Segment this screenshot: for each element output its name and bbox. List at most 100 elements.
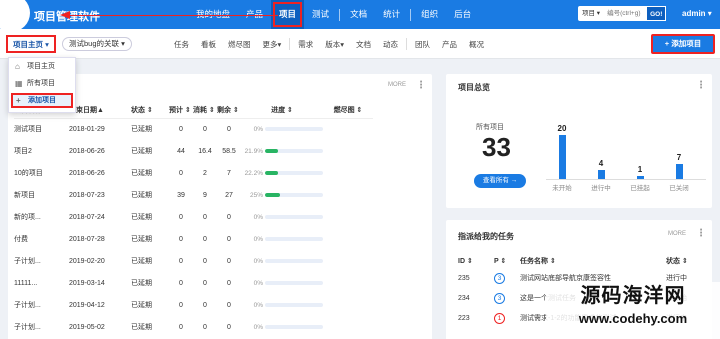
task-id: 235 bbox=[458, 274, 470, 282]
left-value: 7 bbox=[227, 169, 231, 177]
col-end-date[interactable]: 结束日期▲ bbox=[69, 102, 131, 119]
panel-menu-icon[interactable]: ⋮ bbox=[696, 228, 706, 239]
subnav-link-team[interactable]: 团队 bbox=[409, 39, 436, 50]
nav-item-admin[interactable]: 后台 bbox=[446, 0, 479, 29]
menu-item-add-project[interactable]: + 添加项目 bbox=[11, 93, 73, 108]
col-progress[interactable]: 进度 ⇕ bbox=[241, 102, 323, 119]
menu-item-label: 添加项目 bbox=[28, 97, 56, 104]
subnav-link-overview[interactable]: 概况 bbox=[463, 39, 490, 50]
project-name-link[interactable]: 10的项目 bbox=[14, 162, 69, 184]
col-priority[interactable]: P ⇕ bbox=[494, 254, 520, 268]
project-subnav: 项目主页 ▾ 测试bug的关联 ▾ 任务 看板 燃尽图 更多▾ 需求 版本▾ 文… bbox=[0, 29, 720, 59]
search-bar: 项目 ▾ GO! bbox=[578, 6, 667, 21]
subnav-link-story[interactable]: 需求 bbox=[292, 39, 319, 50]
nav-item-doc[interactable]: 文档 bbox=[342, 0, 375, 29]
end-date: 2019-03-14 bbox=[69, 279, 105, 287]
status-badge: 已延期 bbox=[131, 302, 152, 309]
col-consumed[interactable]: 消耗 ⇕ bbox=[193, 102, 217, 119]
progress-cell: 0% bbox=[241, 214, 323, 221]
burndown-cell bbox=[323, 184, 373, 206]
project-overview-panel: 项目总览 ⋮ 所有项目 33 查看所有 → 20 未开始 4 进行中 1 已挂起 7 已关闭 bbox=[446, 74, 712, 208]
search-input[interactable] bbox=[604, 6, 647, 21]
user-menu[interactable]: admin ▾ bbox=[682, 9, 712, 18]
burndown-cell bbox=[323, 140, 373, 162]
table-row[interactable]: 子计划... 2019-04-12 已延期 0 0 0 0% bbox=[14, 294, 373, 316]
search-scope-select[interactable]: 项目 ▾ bbox=[578, 6, 605, 21]
project-name-link[interactable]: 新项目 bbox=[14, 184, 69, 206]
subnav-link-doc[interactable]: 文档 bbox=[350, 39, 377, 50]
table-row[interactable]: 项目2 2018-06-26 已延期 44 16.4 58.5 21.9% bbox=[14, 140, 373, 162]
project-home-dropdown[interactable]: 项目主页 ▾ bbox=[6, 35, 56, 53]
col-task-name[interactable]: 任务名称 ⇕ bbox=[520, 254, 666, 268]
burndown-cell bbox=[323, 206, 373, 228]
priority-badge: 3 bbox=[494, 272, 505, 284]
end-date: 2019-04-12 bbox=[69, 301, 105, 309]
status-chart-axis bbox=[546, 179, 706, 180]
subnav-link-burndown[interactable]: 燃尽图 bbox=[222, 39, 257, 50]
col-estimate[interactable]: 预计 ⇕ bbox=[169, 102, 193, 119]
status-bar-value: 7 bbox=[676, 153, 682, 162]
left-value: 0 bbox=[227, 301, 231, 309]
progress-percent: 0% bbox=[253, 257, 263, 265]
col-burndown[interactable]: 燃尽图 ⇕ bbox=[323, 102, 373, 119]
project-name-link[interactable]: 付费 bbox=[14, 228, 69, 250]
left-value: 0 bbox=[227, 279, 231, 287]
subnav-link-build[interactable]: 版本▾ bbox=[319, 39, 350, 50]
table-row[interactable]: 10的项目 2018-06-26 已延期 0 2 7 22.2% bbox=[14, 162, 373, 184]
project-name-link[interactable]: 子计划... bbox=[14, 294, 69, 316]
view-all-button[interactable]: 查看所有 → bbox=[474, 174, 526, 188]
col-id[interactable]: ID ⇕ bbox=[458, 254, 494, 268]
col-left[interactable]: 剩余 ⇕ bbox=[217, 102, 241, 119]
status-bar-value: 20 bbox=[557, 124, 567, 133]
more-link[interactable]: MORE bbox=[668, 231, 686, 237]
progress-cell: 0% bbox=[241, 258, 323, 265]
panel-menu-icon[interactable]: ⋮ bbox=[696, 80, 706, 91]
project-name-link[interactable]: 11111... bbox=[14, 272, 69, 294]
more-link[interactable]: MORE bbox=[388, 82, 406, 88]
status-badge: 已延期 bbox=[131, 258, 152, 265]
col-status[interactable]: 状态 ⇕ bbox=[131, 102, 169, 119]
project-switcher[interactable]: 测试bug的关联 ▾ bbox=[62, 37, 132, 51]
table-header-row: ID ⇕ P ⇕ 任务名称 ⇕ 状态 ⇕ bbox=[458, 254, 702, 268]
annotation-arrow-line bbox=[70, 15, 278, 16]
project-name-link[interactable]: 测试项目 bbox=[14, 118, 69, 140]
logo bbox=[0, 0, 30, 32]
table-row[interactable]: 新项目 2018-07-23 已延期 39 9 27 25% bbox=[14, 184, 373, 206]
status-badge: 已延期 bbox=[131, 170, 152, 177]
project-name-link[interactable]: 子计划... bbox=[14, 250, 69, 272]
table-row[interactable]: 新的项... 2018-07-24 已延期 0 0 0 0% bbox=[14, 206, 373, 228]
subnav-link-task[interactable]: 任务 bbox=[168, 39, 195, 50]
progress-percent: 0% bbox=[253, 279, 263, 287]
grid-icon: ▦ bbox=[15, 79, 23, 88]
overview-title: 项目总览 bbox=[458, 83, 490, 92]
table-row[interactable]: 11111... 2019-03-14 已延期 0 0 0 0% bbox=[14, 272, 373, 294]
table-row[interactable]: 子计划... 2019-05-02 已延期 0 0 0 0% bbox=[14, 316, 373, 338]
project-name-link[interactable]: 子计划... bbox=[14, 316, 69, 338]
nav-item-org[interactable]: 组织 bbox=[413, 0, 446, 29]
table-row[interactable]: 付费 2018-07-28 已延期 0 0 0 0% bbox=[14, 228, 373, 250]
project-name-link[interactable]: 新的项... bbox=[14, 206, 69, 228]
priority-badge: 1 bbox=[494, 312, 505, 324]
estimate-value: 0 bbox=[179, 213, 183, 221]
progress-percent: 0% bbox=[253, 301, 263, 309]
progress-bar-fill bbox=[265, 149, 278, 153]
subnav-link-dynamic[interactable]: 动态 bbox=[377, 39, 404, 50]
table-row[interactable]: 子计划... 2019-02-20 已延期 0 0 0 0% bbox=[14, 250, 373, 272]
table-row[interactable]: 测试项目 2018-01-29 已延期 0 0 0 0% bbox=[14, 118, 373, 140]
add-project-button[interactable]: + 添加项目 bbox=[651, 34, 715, 54]
nav-item-test[interactable]: 测试 bbox=[304, 0, 337, 29]
estimate-value: 0 bbox=[179, 323, 183, 331]
menu-item-project-home[interactable]: ⌂ 项目主页 bbox=[9, 58, 75, 75]
search-go-button[interactable]: GO! bbox=[646, 6, 667, 21]
progress-cell: 0% bbox=[241, 302, 323, 309]
menu-item-all-projects[interactable]: ▦ 所有项目 bbox=[9, 75, 75, 92]
estimate-value: 0 bbox=[179, 235, 183, 243]
nav-item-stats[interactable]: 统计 bbox=[375, 0, 408, 29]
project-name-link[interactable]: 项目2 bbox=[14, 140, 69, 162]
subnav-link-product[interactable]: 产品 bbox=[436, 39, 463, 50]
col-status[interactable]: 状态 ⇕ bbox=[666, 254, 702, 268]
panel-menu-icon[interactable]: ⋮ bbox=[416, 80, 426, 91]
subnav-link-more[interactable]: 更多▾ bbox=[257, 39, 288, 50]
subnav-link-kanban[interactable]: 看板 bbox=[195, 39, 222, 50]
nav-divider bbox=[410, 8, 412, 21]
